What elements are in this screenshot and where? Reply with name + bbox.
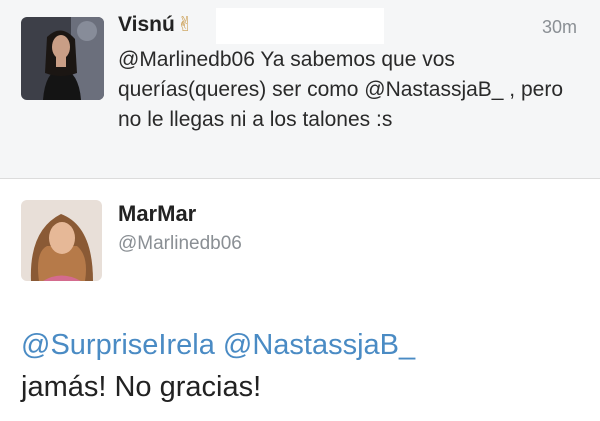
reply-text: @Marlinedb06 Ya sabemos que vos querías(… [118, 45, 578, 135]
reply-mention[interactable]: @Marlinedb06 [118, 48, 255, 71]
redacted-box [216, 8, 384, 44]
main-avatar[interactable] [21, 200, 102, 281]
main-author-name[interactable]: MarMar [118, 201, 196, 227]
main-handle[interactable]: @Marlinedb06 [118, 233, 242, 255]
main-tweet-body: jamás! No gracias! [21, 371, 262, 403]
main-tweet-text: @SurpriseIrela @NastassjaB_ jamás! No gr… [21, 324, 581, 408]
mention-link-2[interactable]: @NastassjaB_ [223, 329, 415, 361]
mention-link-1[interactable]: @SurpriseIrela [21, 329, 215, 361]
peace-hand-icon: ✌ [176, 14, 194, 36]
reply-author-name[interactable]: Visnú ✌ [118, 12, 194, 37]
avatar-woman-brown-hair-icon [21, 200, 102, 281]
reply-timestamp: 30m [541, 17, 577, 37]
reply-tweet[interactable]: Visnú ✌ 30m @Marlinedb06 Ya sabemos que v… [0, 0, 600, 179]
avatar-woman-dark-hair-icon [21, 17, 104, 100]
reply-avatar[interactable] [21, 17, 104, 100]
